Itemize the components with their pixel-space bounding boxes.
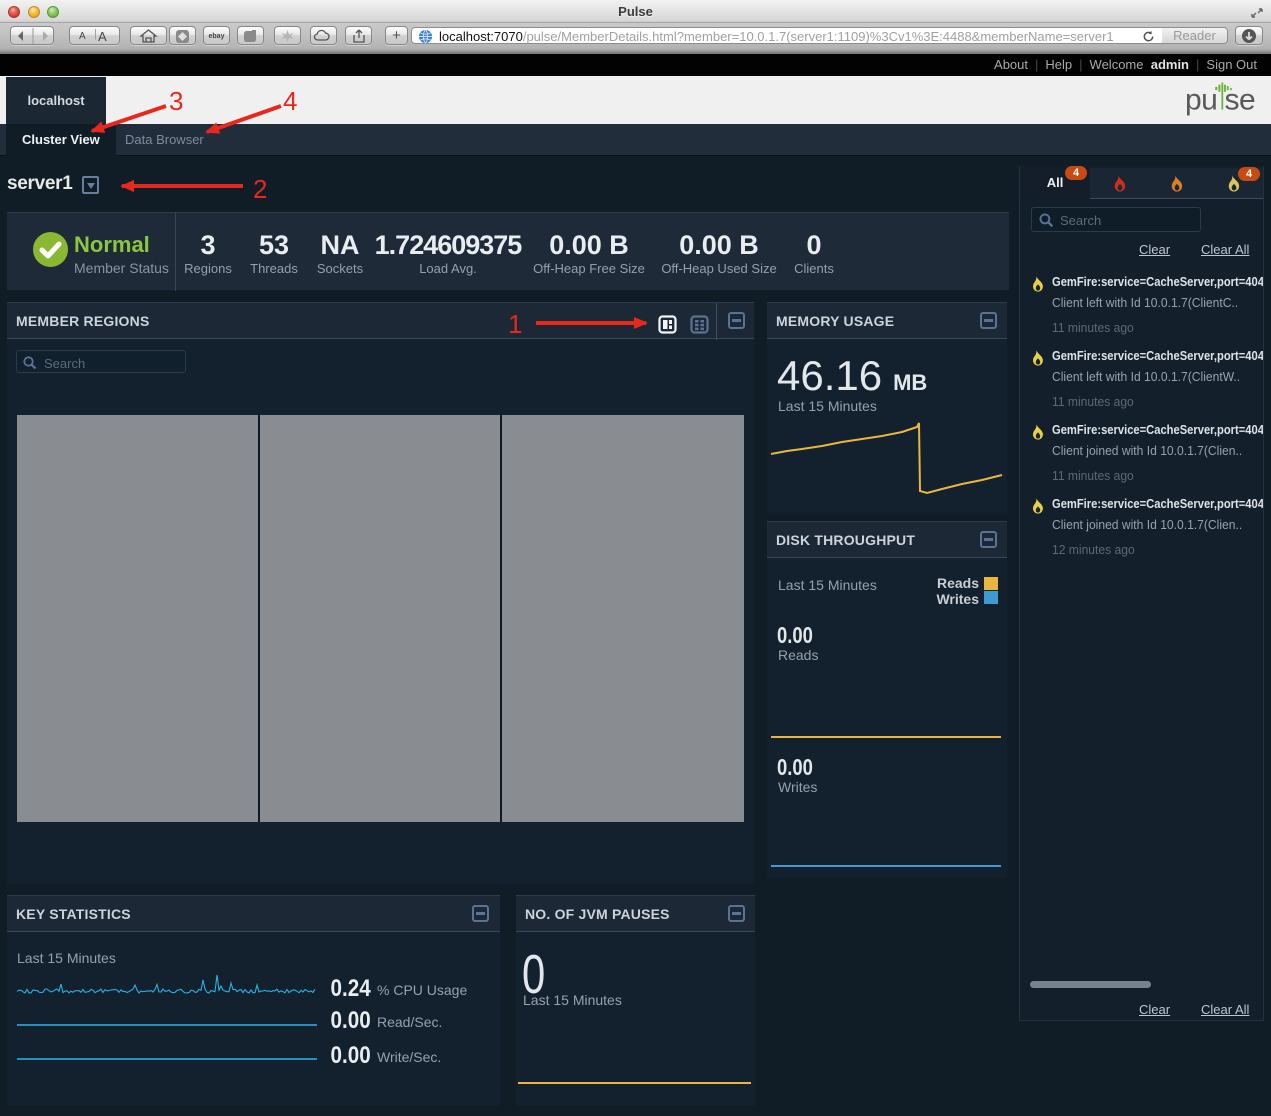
svg-text:2: 2 (253, 174, 267, 204)
svg-text:pu: pu (1185, 84, 1217, 117)
svg-text:se: se (1225, 84, 1256, 117)
